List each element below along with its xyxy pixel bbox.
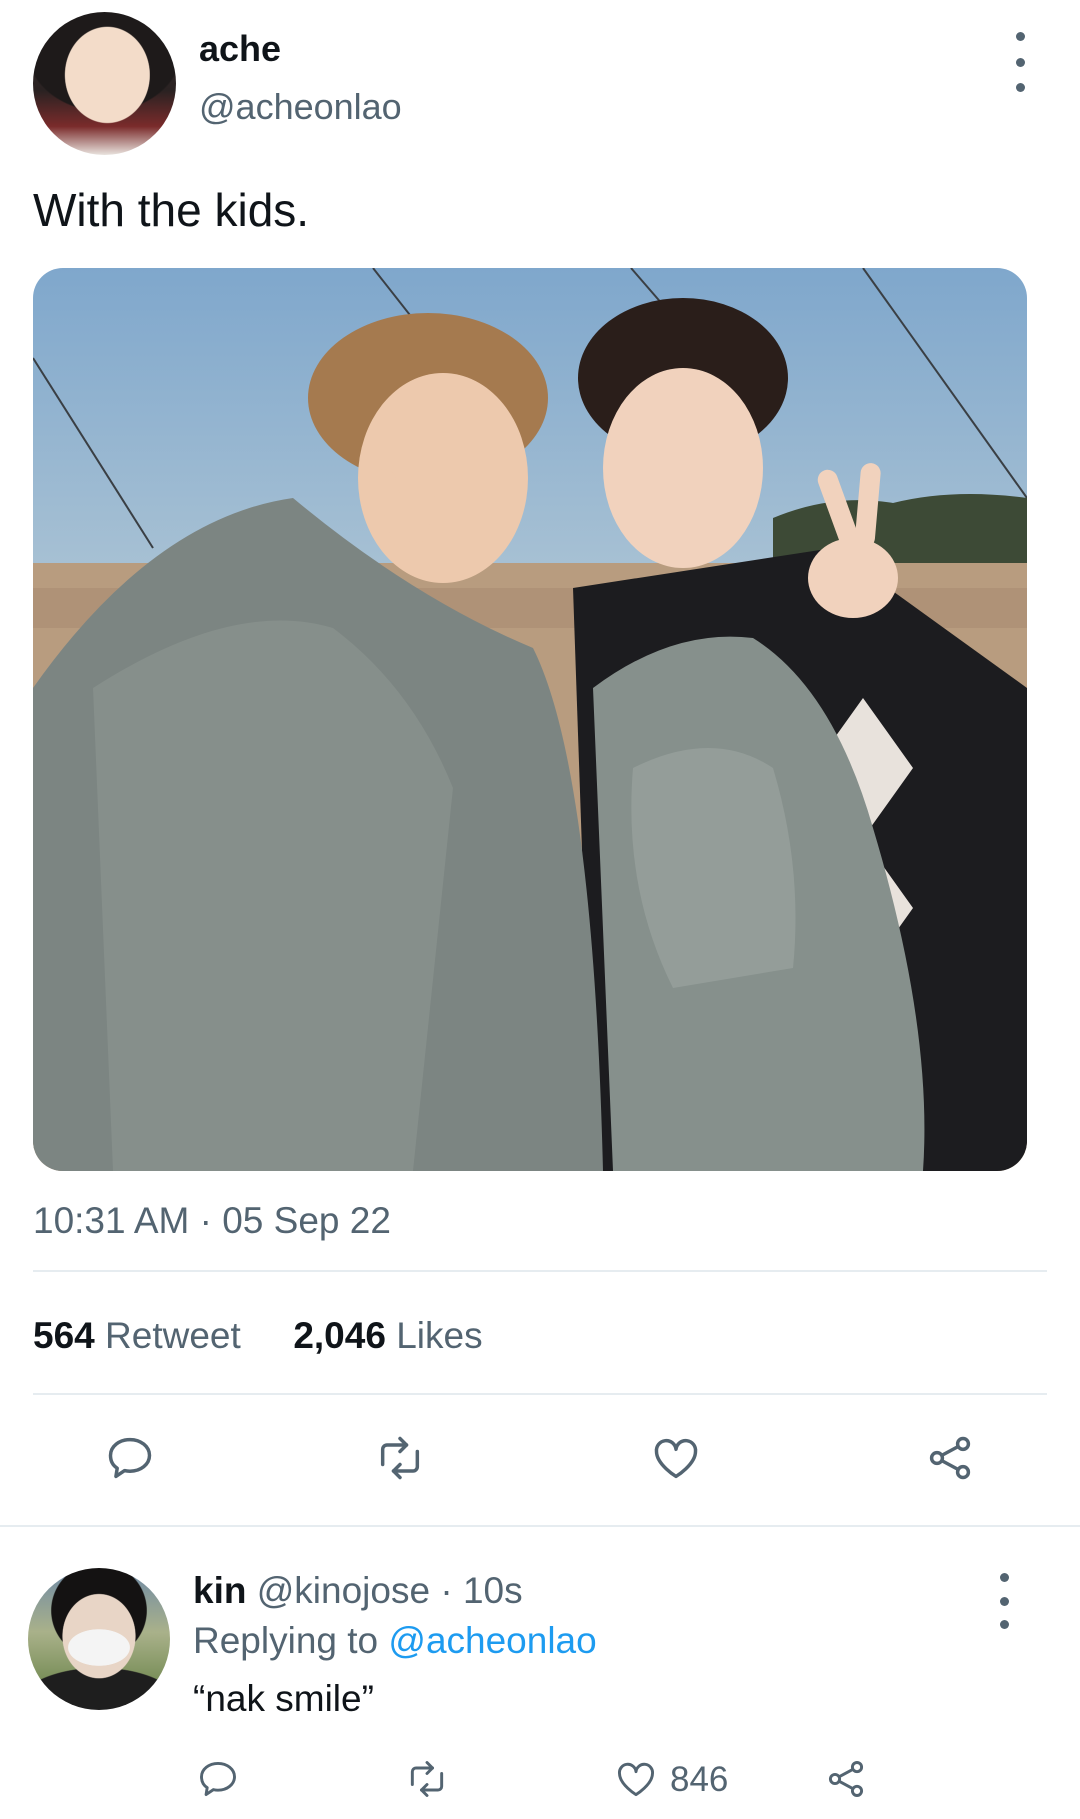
tweet-text: With the kids. xyxy=(33,184,310,236)
reply-more-options-icon[interactable] xyxy=(998,1573,1010,1629)
date-separator: · xyxy=(199,1200,212,1241)
like-icon[interactable] xyxy=(650,1432,702,1484)
tweet-stats: 564 Retweet 2,046 Likes xyxy=(33,1315,483,1357)
share-icon[interactable] xyxy=(924,1432,976,1484)
reply-time: 10s xyxy=(462,1570,523,1611)
divider xyxy=(33,1393,1047,1395)
more-options-icon[interactable] xyxy=(1014,32,1026,92)
reply-reply-icon[interactable] xyxy=(196,1757,240,1801)
divider xyxy=(33,1270,1047,1272)
likes-label: Likes xyxy=(396,1315,483,1356)
divider xyxy=(0,1525,1080,1527)
reply-author-handle[interactable]: @kinojose xyxy=(257,1570,430,1611)
like-count: 2,046 xyxy=(293,1315,386,1356)
retweet-icon[interactable] xyxy=(374,1432,426,1484)
replying-prefix: Replying to xyxy=(193,1620,379,1661)
retweet-count: 564 xyxy=(33,1315,95,1356)
reply-retweet-icon[interactable] xyxy=(405,1757,449,1801)
reply-header: kin @kinojose · 10s xyxy=(193,1570,523,1612)
reply-like-count: 846 xyxy=(670,1760,729,1799)
tweet-timestamp: 10:31 AM · 05 Sep 22 xyxy=(33,1200,391,1242)
author-handle[interactable]: @acheonlao xyxy=(199,86,402,128)
retweet-label: Retweet xyxy=(105,1315,241,1356)
author-name[interactable]: ache xyxy=(199,28,281,70)
tweet-date: 05 Sep 22 xyxy=(222,1200,391,1241)
reply-author-avatar[interactable] xyxy=(28,1568,170,1710)
tweet-photo[interactable] xyxy=(33,268,1027,1171)
tweet-time: 10:31 AM xyxy=(33,1200,190,1241)
replying-to-mention[interactable]: @acheonlao xyxy=(388,1620,596,1661)
replying-to: Replying to @acheonlao xyxy=(193,1620,597,1662)
reply-text: “nak smile” xyxy=(193,1678,374,1719)
reply-separator: · xyxy=(440,1570,453,1611)
reply-icon[interactable] xyxy=(104,1432,156,1484)
like-stat[interactable]: 2,046 Likes xyxy=(293,1315,482,1356)
reply-like-icon[interactable] xyxy=(614,1757,658,1801)
reply-author-name[interactable]: kin xyxy=(193,1570,246,1611)
author-avatar[interactable] xyxy=(33,12,176,155)
retweet-stat[interactable]: 564 Retweet xyxy=(33,1315,241,1356)
reply-share-icon[interactable] xyxy=(824,1757,868,1801)
